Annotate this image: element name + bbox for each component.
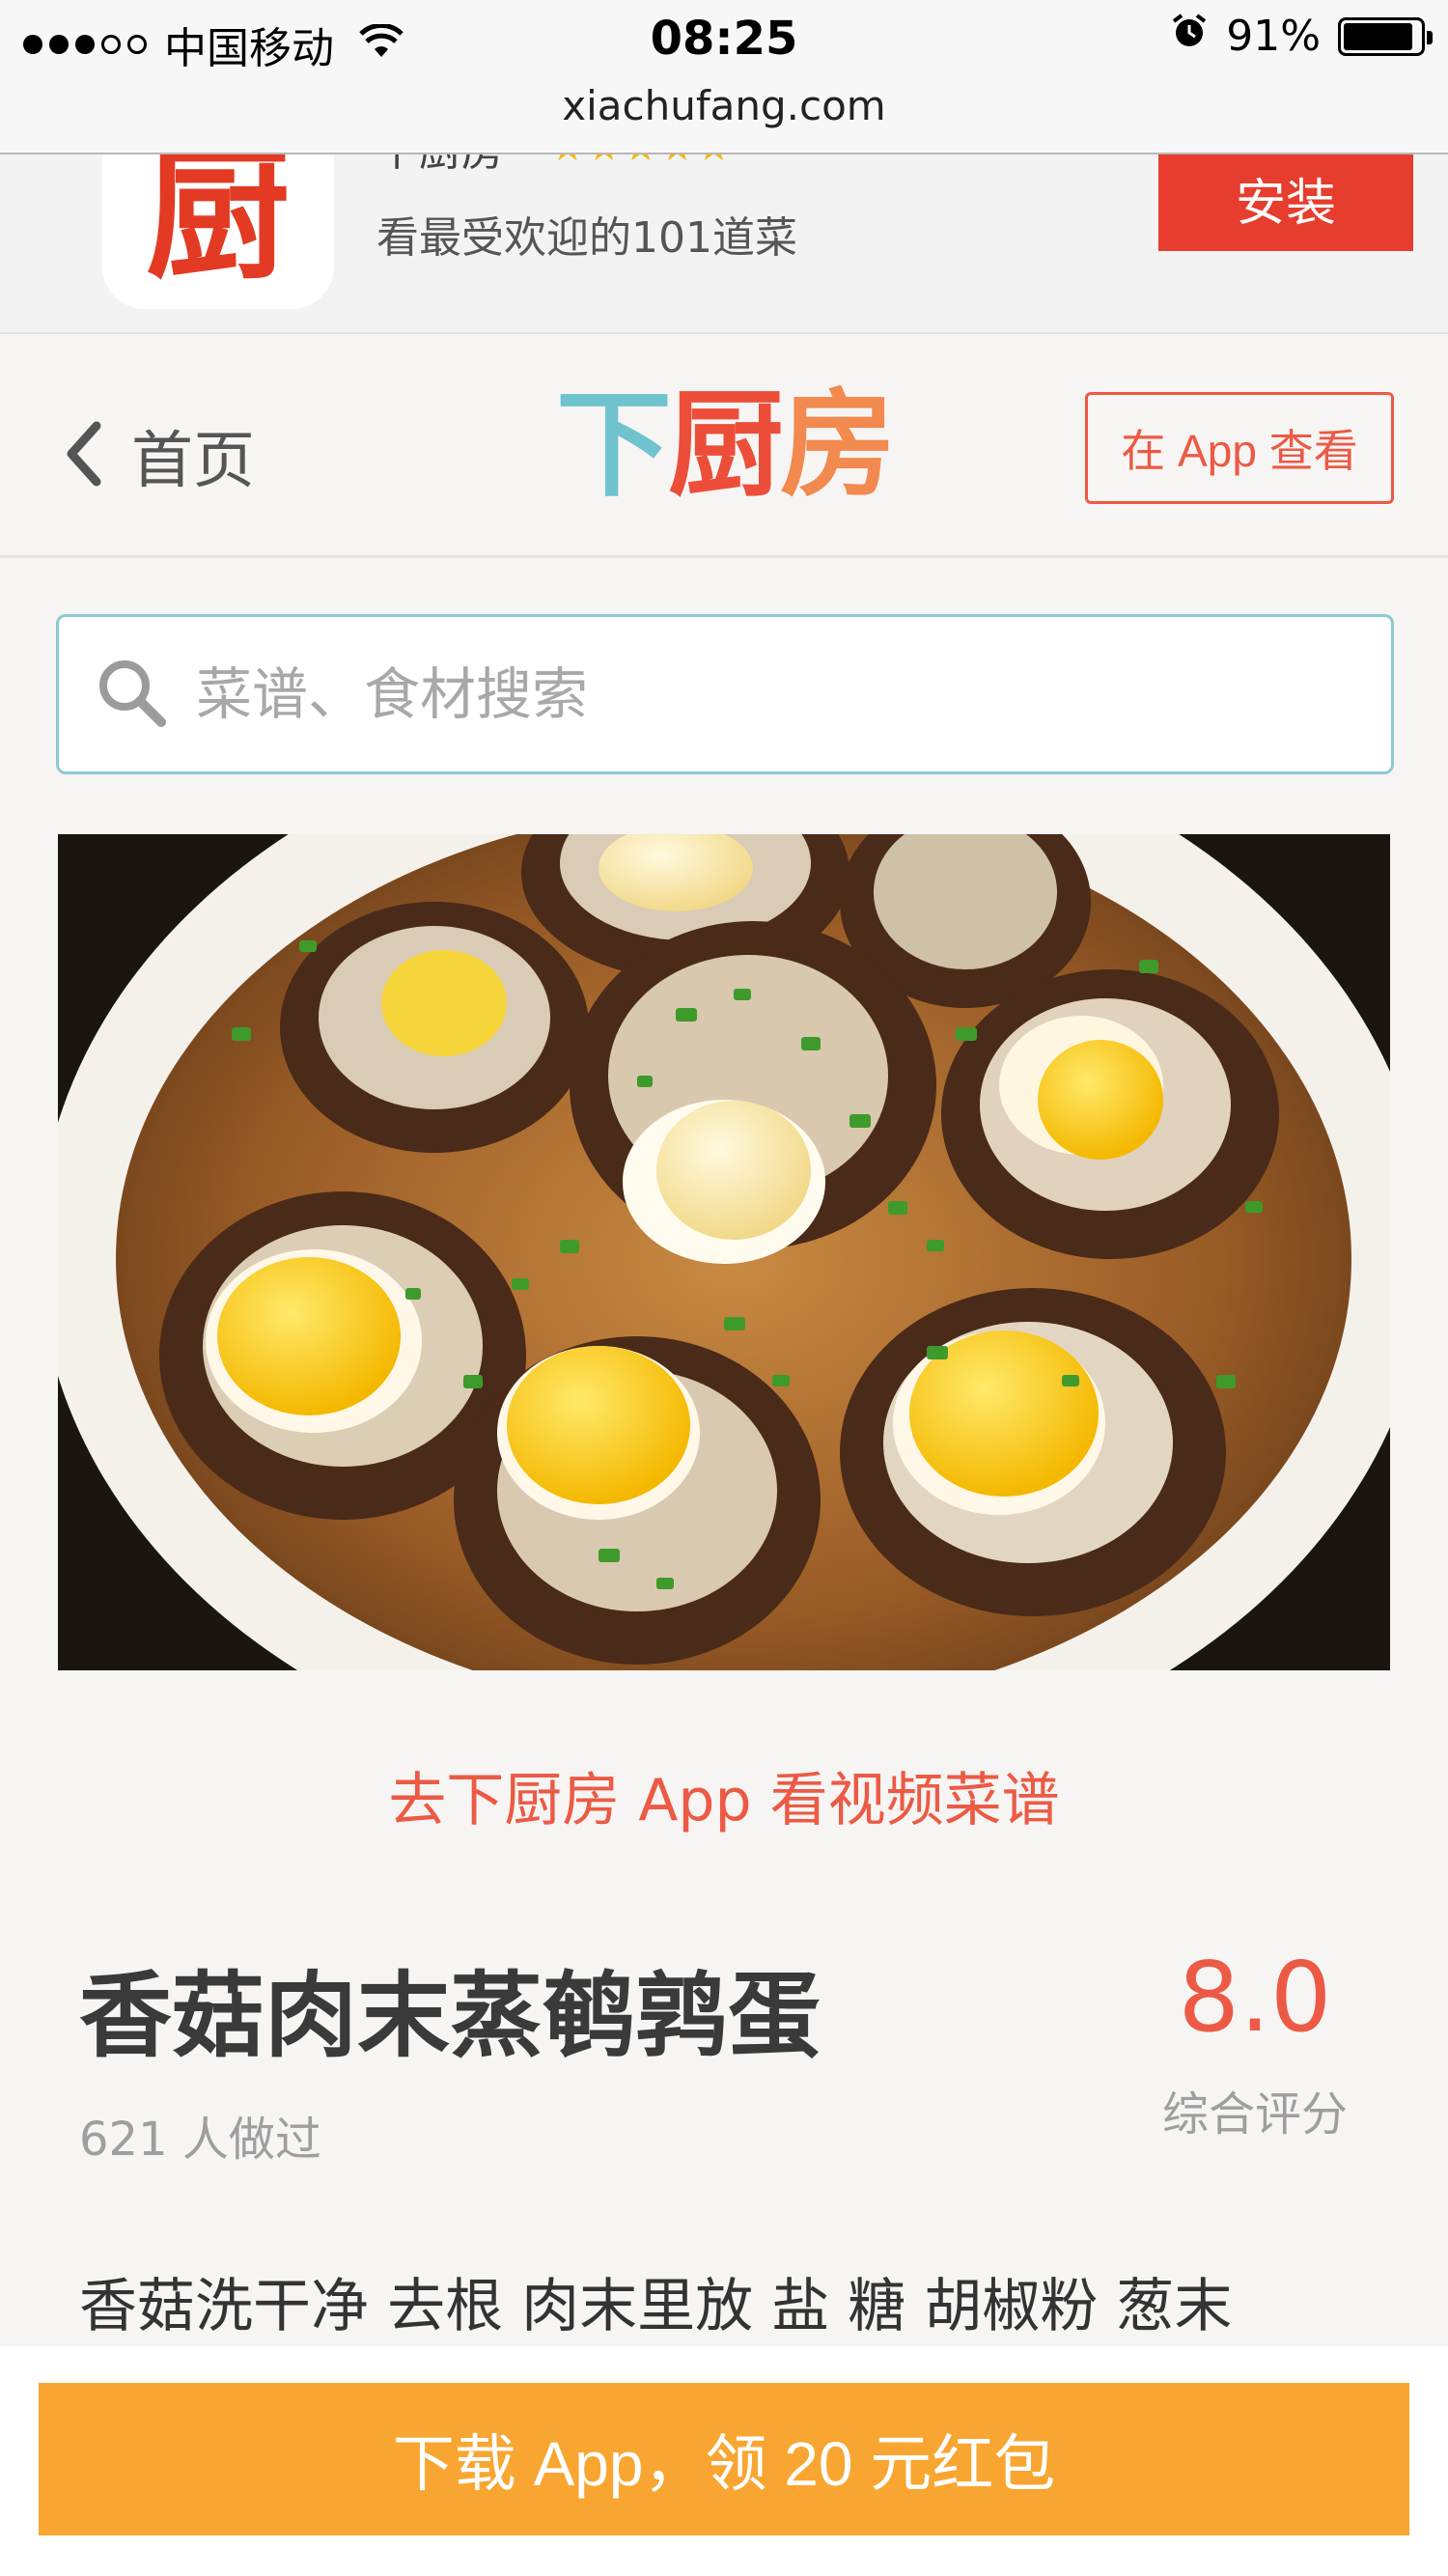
app-icon[interactable]: 厨 — [102, 154, 334, 309]
logo-char-1: 下 — [556, 378, 672, 513]
site-header: 首页 下厨房 在 App 查看 — [0, 334, 1448, 558]
score-label: 综合评分 — [1161, 2087, 1348, 2142]
banner-description: 看最受欢迎的101道菜 — [376, 213, 797, 263]
status-bar: 中国移动 08:25 91% — [0, 0, 1448, 77]
bottom-download-bar: 下载 App，领 20 元红包 — [0, 2346, 1448, 2576]
app-icon-glyph: 厨 — [145, 154, 291, 299]
recipe-title: 香菇肉末蒸鹌鹑蛋 — [79, 1962, 821, 2070]
search-box[interactable] — [56, 614, 1394, 774]
logo-char-2: 厨 — [668, 378, 784, 513]
alarm-icon — [1170, 12, 1209, 61]
status-right: 91% — [1170, 12, 1433, 61]
battery-percent: 91% — [1226, 12, 1321, 61]
download-app-button[interactable]: 下载 App，领 20 元红包 — [39, 2383, 1409, 2535]
url-text: xiachufang.com — [562, 82, 886, 129]
install-button[interactable]: 安装 — [1158, 154, 1413, 251]
open-in-app-button[interactable]: 在 App 查看 — [1085, 392, 1394, 504]
recipe-score: 8.0 — [1178, 1941, 1332, 2054]
app-install-banner: 厨 下厨房 ★★★★★ 看最受欢迎的101道菜 安装 — [0, 154, 1448, 334]
search-icon — [96, 657, 167, 732]
battery-icon — [1338, 16, 1433, 56]
rating-stars: ★★★★★ — [550, 154, 733, 170]
logo-char-3: 房 — [780, 378, 896, 513]
search-input[interactable] — [196, 661, 1258, 727]
address-bar[interactable]: xiachufang.com — [0, 77, 1448, 154]
made-count: 621 人做过 — [79, 2113, 321, 2167]
recipe-photo-illustration — [58, 834, 1390, 1670]
recipe-description: 香菇洗干净 去根 肉末里放 盐 糖 胡椒粉 葱末 — [79, 2273, 1233, 2340]
video-recipe-link[interactable]: 去下厨房 App 看视频菜谱 — [0, 1753, 1448, 1837]
recipe-photo[interactable] — [58, 834, 1390, 1670]
battery-cap — [1427, 30, 1433, 44]
banner-app-name: 下厨房 — [376, 154, 504, 178]
battery-fill — [1344, 22, 1412, 50]
